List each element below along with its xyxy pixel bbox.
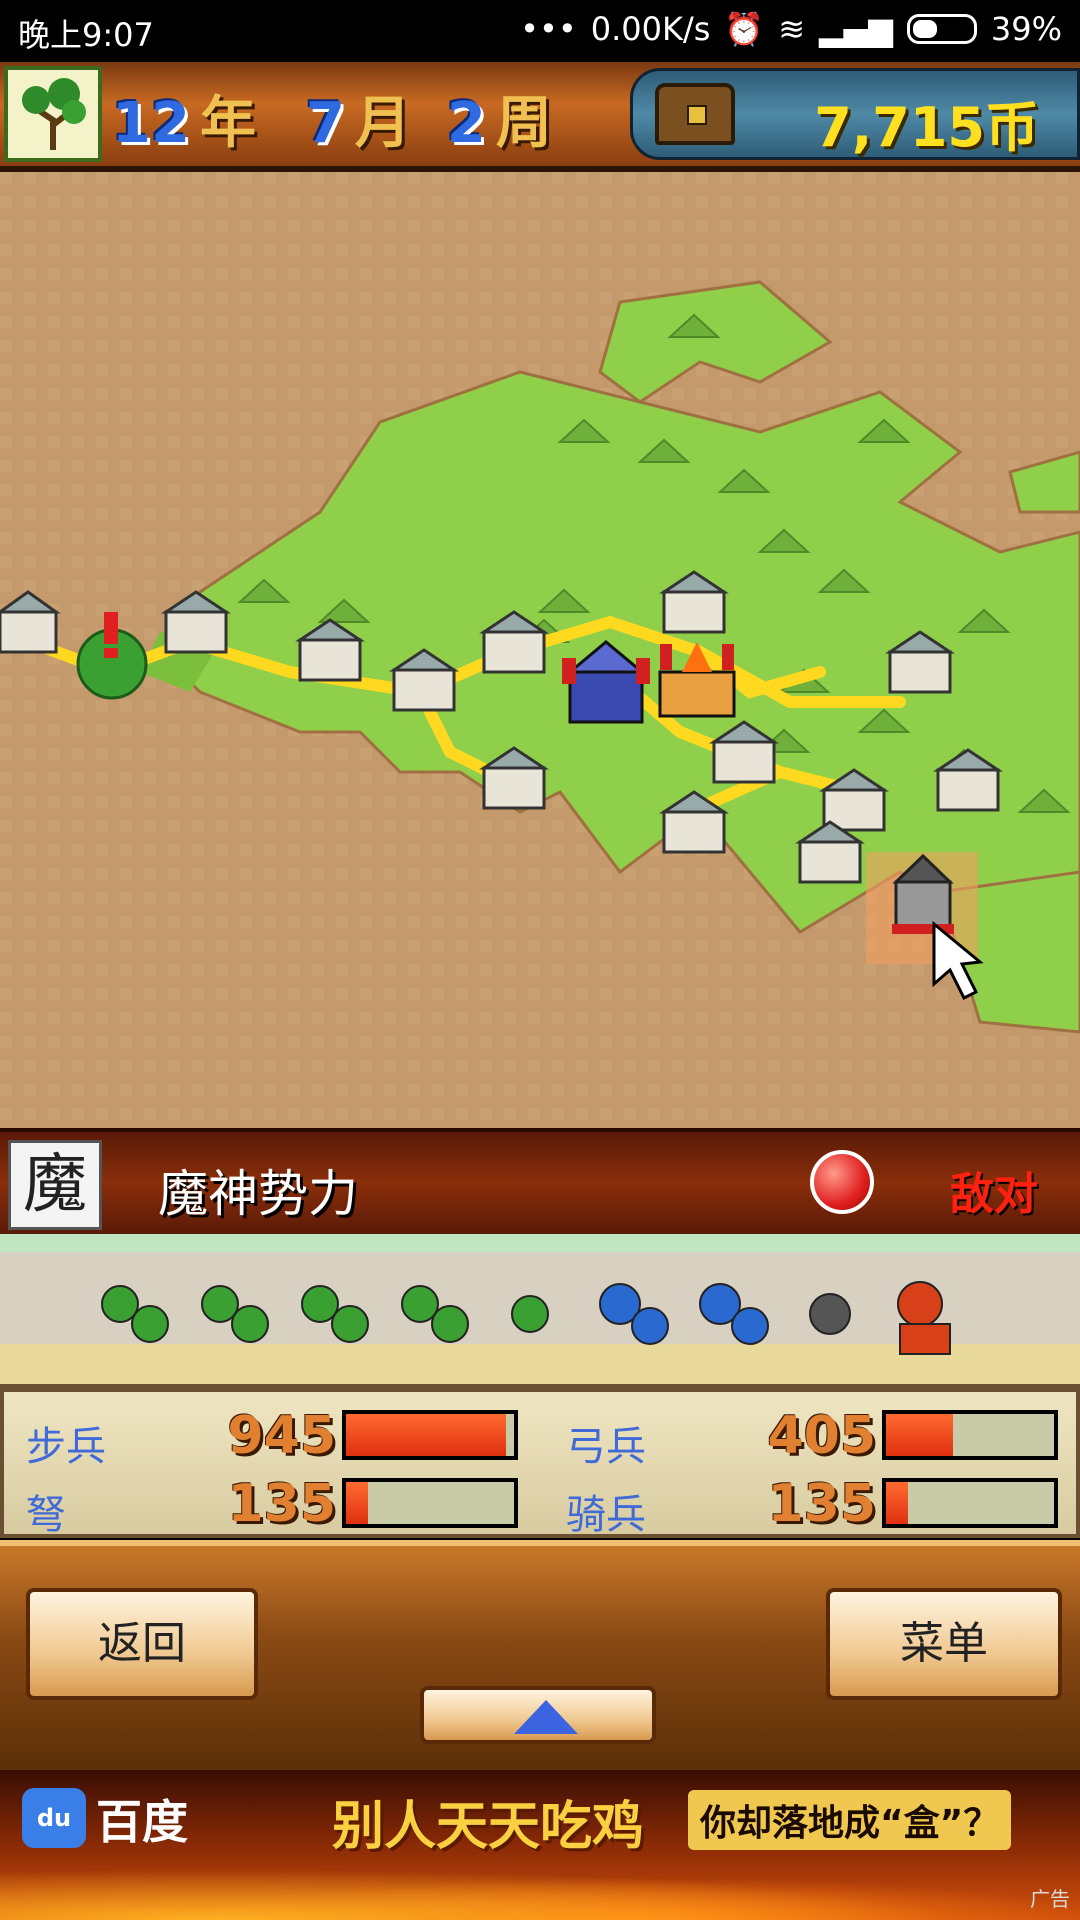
treasury-panel[interactable]: 7,715币 — [630, 68, 1080, 160]
cavalry-soldiers — [897, 1281, 951, 1355]
year-number: 12 — [112, 91, 190, 156]
alarm-icon: ⏰ — [724, 10, 765, 48]
stat-label: 弩 — [26, 1492, 66, 1538]
map-canvas[interactable] — [0, 172, 1080, 1128]
fire-decoration — [0, 1860, 1080, 1920]
faction-name: 魔神势力 — [158, 1165, 358, 1223]
arrow-up-icon — [514, 1700, 578, 1734]
month-unit: 月 — [354, 91, 411, 156]
troop-stats-panel: 步兵 945 弓兵 405 弩 135 骑兵 135 — [0, 1388, 1080, 1538]
notification-dots: ••• — [520, 10, 577, 48]
game-top-bar: 12 年 7 月 2 周 7,715币 — [0, 62, 1080, 172]
stat-value: 135 — [767, 1474, 876, 1534]
command-panel: 返回 菜单 — [0, 1540, 1080, 1776]
stat-value: 135 — [227, 1474, 336, 1534]
ad-brand: 百度 — [96, 1795, 188, 1849]
stat-label: 骑兵 — [566, 1492, 646, 1538]
clock: 晚上9:07 — [18, 16, 154, 54]
network-speed: 0.00K/s — [590, 10, 711, 48]
faction-bar[interactable]: 魔 魔神势力 敌对 — [0, 1128, 1080, 1238]
month-number: 7 — [305, 91, 345, 156]
status-bar: 晚上9:07 ••• 0.00K/s ⏰ ≋ ▂▄▆ 39% — [0, 0, 1080, 62]
week-number: 2 — [446, 91, 486, 156]
army-units-strip — [0, 1234, 1080, 1388]
angry-face-icon — [810, 1150, 874, 1214]
signal-icon: ▂▄▆ — [819, 10, 893, 48]
coin-count: 7,715币 — [814, 96, 1039, 159]
stat-bar — [882, 1410, 1058, 1460]
stat-bar — [882, 1478, 1058, 1528]
year-unit: 年 — [199, 91, 256, 156]
battery-icon — [906, 14, 977, 44]
status-icons: ••• 0.00K/s ⏰ ≋ ▂▄▆ 39% — [520, 10, 1062, 48]
stat-value: 945 — [227, 1406, 336, 1466]
ad-banner[interactable]: du 百度 别人天天吃鸡 你却落地成“盒”？ 广告 — [0, 1770, 1080, 1920]
campfire-icon[interactable] — [658, 642, 736, 718]
ad-subline: 你却落地成“盒”？ — [688, 1790, 1012, 1850]
battery-percent: 39% — [990, 10, 1062, 48]
stat-label: 步兵 — [26, 1424, 106, 1470]
back-button[interactable]: 返回 — [26, 1588, 258, 1700]
game-date: 12 年 7 月 2 周 — [112, 78, 552, 159]
stat-bar — [342, 1410, 518, 1460]
faction-emblem: 魔 — [8, 1140, 102, 1230]
wifi-icon: ≋ — [778, 10, 806, 48]
ad-headline: 别人天天吃鸡 — [332, 1797, 645, 1857]
relation-status: 敌对 — [950, 1169, 1038, 1220]
crossbow-soldiers — [809, 1293, 851, 1335]
week-unit: 周 — [495, 91, 552, 156]
stat-value: 405 — [767, 1406, 876, 1466]
stat-bar — [342, 1478, 518, 1528]
expand-up-button[interactable] — [420, 1686, 656, 1744]
stat-label: 弓兵 — [566, 1424, 646, 1470]
treasure-chest-icon — [655, 83, 735, 145]
stat-archer: 弓兵 405 — [566, 1406, 1066, 1470]
world-map[interactable] — [0, 172, 1080, 1128]
season-tree-icon[interactable] — [4, 66, 102, 162]
infantry-soldiers — [101, 1285, 549, 1343]
ad-tag: 广告 — [1030, 1887, 1070, 1911]
stat-infantry: 步兵 945 — [26, 1406, 526, 1470]
archer-soldiers — [599, 1283, 769, 1345]
menu-button[interactable]: 菜单 — [826, 1588, 1062, 1700]
baidu-paw-icon: du — [22, 1788, 86, 1848]
stat-crossbow: 弩 135 — [26, 1474, 526, 1538]
stat-cavalry: 骑兵 135 — [566, 1474, 1066, 1538]
